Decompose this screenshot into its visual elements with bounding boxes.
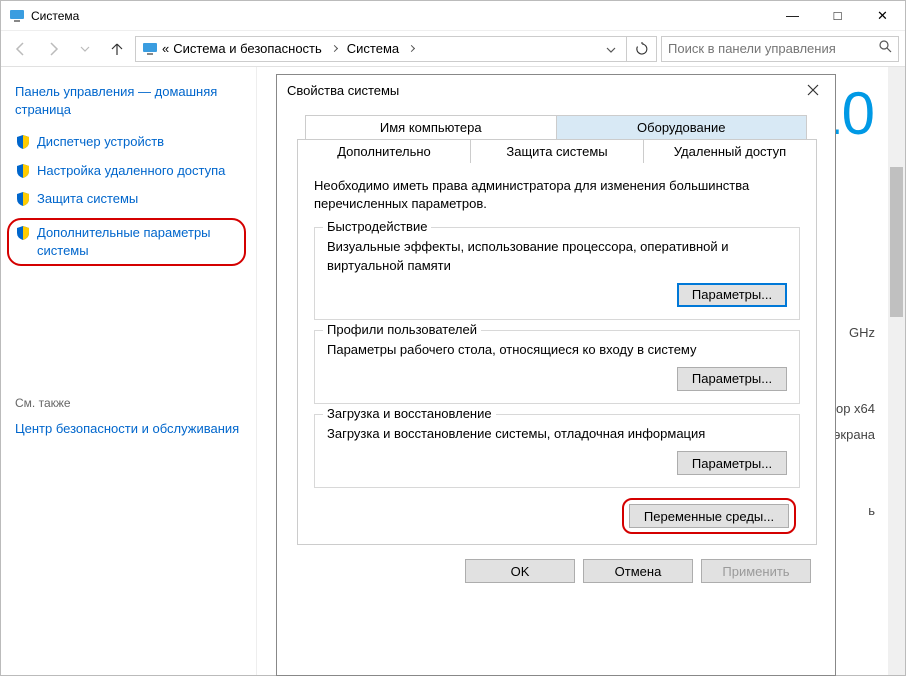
- shield-icon: [15, 191, 31, 207]
- scrollbar-thumb[interactable]: [890, 167, 903, 317]
- shield-icon: [15, 163, 31, 179]
- profiles-desc: Параметры рабочего стола, относящиеся ко…: [327, 341, 787, 359]
- search-input[interactable]: [668, 41, 878, 56]
- dialog-body: Имя компьютера Оборудование Дополнительн…: [277, 105, 835, 597]
- scrollbar[interactable]: [888, 67, 905, 675]
- monitor-icon: [142, 41, 158, 57]
- environment-variables-button[interactable]: Переменные среды...: [629, 504, 789, 528]
- startup-legend: Загрузка и восстановление: [323, 406, 496, 421]
- dialog-close-button[interactable]: [791, 75, 835, 105]
- tab-hardware[interactable]: Оборудование: [557, 116, 807, 139]
- see-also-label: См. также: [15, 396, 242, 410]
- startup-settings-button[interactable]: Параметры...: [677, 451, 787, 475]
- search-icon[interactable]: [878, 39, 892, 58]
- profiles-settings-button[interactable]: Параметры...: [677, 367, 787, 391]
- sidebar-item-label: Диспетчер устройств: [37, 133, 164, 151]
- breadcrumb-prefix: «: [162, 41, 169, 56]
- sidebar-item-label: Дополнительные параметры системы: [37, 224, 238, 260]
- performance-legend: Быстродействие: [323, 219, 431, 234]
- control-panel-home-link[interactable]: Панель управления — домашняя страница: [15, 83, 242, 119]
- sidebar-item-advanced-system-settings[interactable]: Дополнительные параметры системы: [7, 218, 246, 266]
- refresh-button[interactable]: [626, 36, 656, 62]
- dropdown-icon[interactable]: [606, 41, 616, 56]
- window-title: Система: [31, 9, 770, 23]
- back-button[interactable]: [7, 35, 35, 63]
- dialog-title: Свойства системы: [277, 75, 835, 105]
- profiles-legend: Профили пользователей: [323, 322, 481, 337]
- profiles-fieldset: Профили пользователей Параметры рабочего…: [314, 330, 800, 404]
- up-button[interactable]: [103, 35, 131, 63]
- tab-panel-advanced: Необходимо иметь права администратора дл…: [297, 163, 817, 545]
- tab-system-protection[interactable]: Защита системы: [471, 140, 644, 163]
- shield-icon: [15, 134, 31, 150]
- system-properties-dialog: Свойства системы Имя компьютера Оборудов…: [276, 74, 836, 676]
- sidebar-item-device-manager[interactable]: Диспетчер устройств: [15, 133, 242, 151]
- tabs-row-2: Дополнительно Защита системы Удаленный д…: [297, 139, 817, 163]
- address-bar[interactable]: « Система и безопасность Система: [135, 36, 657, 62]
- tab-remote[interactable]: Удаленный доступ: [644, 140, 816, 163]
- breadcrumb-2[interactable]: Система: [347, 41, 399, 56]
- sidebar-item-system-protection[interactable]: Защита системы: [15, 190, 242, 208]
- maximize-button[interactable]: □: [815, 1, 860, 31]
- performance-desc: Визуальные эффекты, использование процес…: [327, 238, 787, 274]
- tab-computer-name[interactable]: Имя компьютера: [306, 116, 557, 139]
- minimize-button[interactable]: —: [770, 1, 815, 31]
- sidebar: Панель управления — домашняя страница Ди…: [1, 67, 257, 675]
- sidebar-item-label: Настройка удаленного доступа: [37, 162, 225, 180]
- close-button[interactable]: ✕: [860, 1, 905, 31]
- bg-text-ghz: GHz: [849, 325, 875, 340]
- ok-button[interactable]: OK: [465, 559, 575, 583]
- titlebar: Система — □ ✕: [1, 1, 905, 31]
- admin-note: Необходимо иметь права администратора дл…: [314, 177, 800, 213]
- sidebar-item-label: Защита системы: [37, 190, 138, 208]
- security-center-link[interactable]: Центр безопасности и обслуживания: [15, 420, 242, 438]
- shield-icon: [15, 225, 31, 241]
- cancel-button[interactable]: Отмена: [583, 559, 693, 583]
- apply-button[interactable]: Применить: [701, 559, 811, 583]
- sidebar-item-remote-settings[interactable]: Настройка удаленного доступа: [15, 162, 242, 180]
- chevron-right-icon: [331, 45, 338, 52]
- search-box[interactable]: [661, 36, 899, 62]
- bg-text-soft: ь: [868, 503, 875, 518]
- startup-desc: Загрузка и восстановление системы, отлад…: [327, 425, 787, 443]
- performance-fieldset: Быстродействие Визуальные эффекты, испол…: [314, 227, 800, 319]
- tabs-row-1: Имя компьютера Оборудование: [305, 115, 807, 139]
- startup-fieldset: Загрузка и восстановление Загрузка и вос…: [314, 414, 800, 488]
- tab-advanced[interactable]: Дополнительно: [298, 140, 471, 163]
- breadcrumb-1[interactable]: Система и безопасность: [173, 41, 322, 56]
- chevron-right-icon: [408, 45, 415, 52]
- performance-settings-button[interactable]: Параметры...: [677, 283, 787, 307]
- system-icon: [9, 8, 25, 24]
- dialog-footer: OK Отмена Применить: [295, 559, 817, 583]
- toolbar: « Система и безопасность Система: [1, 31, 905, 67]
- forward-button[interactable]: [39, 35, 67, 63]
- recent-button[interactable]: [71, 35, 99, 63]
